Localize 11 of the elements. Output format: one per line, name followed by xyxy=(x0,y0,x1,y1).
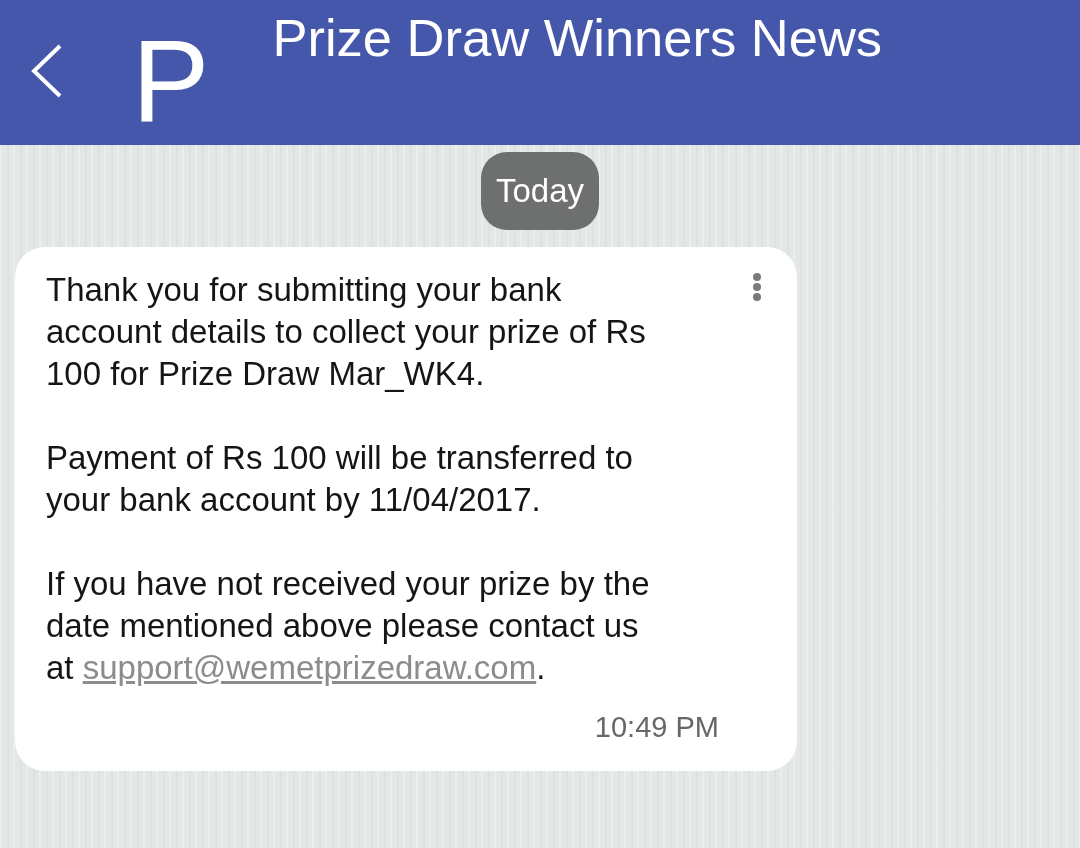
message-time: 10:49 PM xyxy=(594,710,719,745)
date-chip: Today xyxy=(480,152,600,230)
message-text: Payment of Rs 100 will be transferred to your bank account by 11/04/2017. xyxy=(46,438,634,520)
contact-avatar-letter: P xyxy=(132,23,210,139)
conversation-title: Prize Draw Winners News xyxy=(272,7,883,69)
email-link[interactable]: support@wemetprizedraw.com xyxy=(82,649,537,686)
message-text: Thank you for submitting your bank account details to collect your prize of Rs 100 for Prize Draw Mar_WK4. xyxy=(46,270,647,394)
message-text: If you have not received your prize by the date mentioned above please contact us at support@wemetprizedraw.com. xyxy=(46,564,651,688)
back-button[interactable] xyxy=(30,44,62,98)
back-chevron-icon xyxy=(30,44,62,98)
more-options-icon[interactable] xyxy=(753,273,761,301)
